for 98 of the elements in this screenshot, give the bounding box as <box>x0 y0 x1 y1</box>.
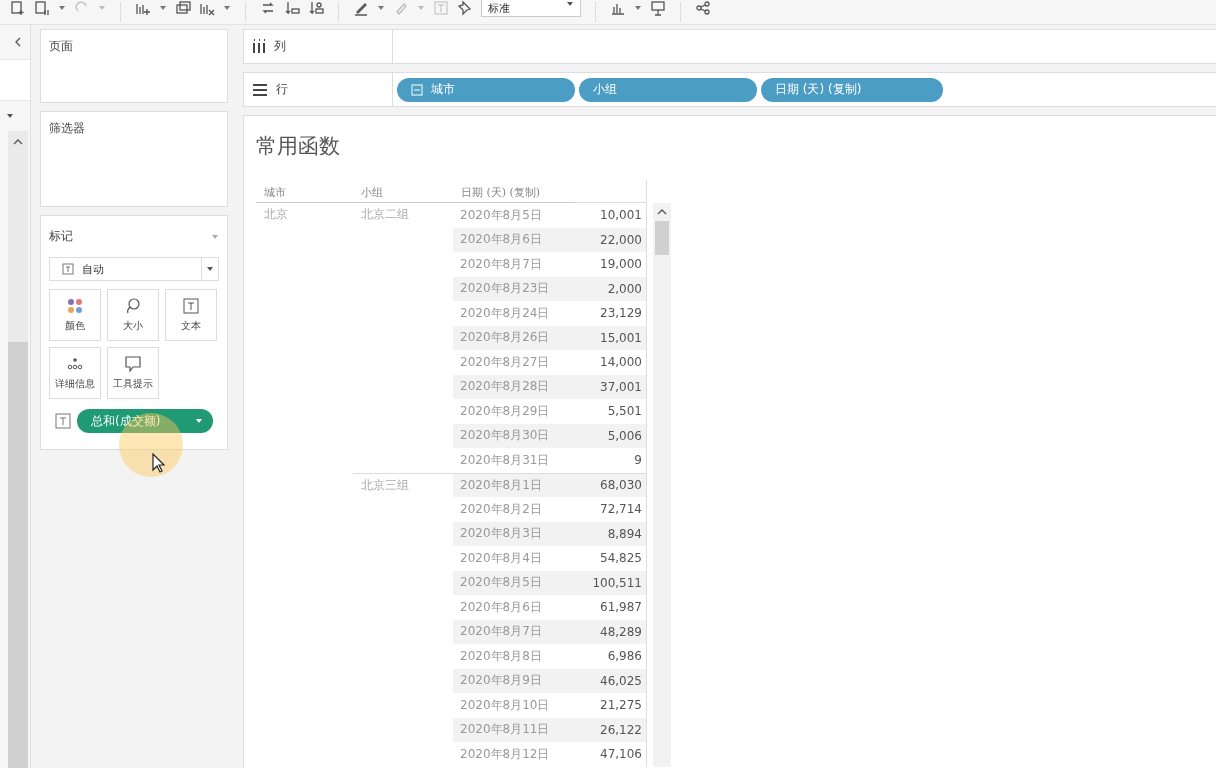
mark-property-button[interactable]: 文本 <box>165 289 217 341</box>
table-cell: 2020年8月26日 <box>453 325 574 350</box>
table-cell: 15,001 <box>574 325 647 350</box>
scroll-up-icon[interactable] <box>12 137 24 147</box>
cursor-icon <box>151 453 167 473</box>
table-cell-text: 2020年8月6日 <box>459 598 543 616</box>
scroll-thumb[interactable] <box>8 342 28 768</box>
mark-property-button[interactable]: 详细信息 <box>49 347 101 399</box>
sheet-plus-icon[interactable] <box>10 0 26 16</box>
sheet-title: 常用函数 <box>256 133 341 160</box>
table-cell: 2020年8月23日 <box>453 276 574 301</box>
table-cell: 22,000 <box>574 227 647 252</box>
table-cell: 14,000 <box>574 350 647 375</box>
table-cell: 6,986 <box>574 644 647 669</box>
shelf-label: 行 <box>276 81 288 98</box>
table-cell: 100,511 <box>574 570 647 595</box>
table-cell: 2020年8月11日 <box>453 717 574 742</box>
scrollbar[interactable] <box>653 203 671 767</box>
table-cell: 9 <box>574 448 647 473</box>
table-cell: 72,714 <box>574 497 647 522</box>
caret-icon[interactable] <box>223 4 231 12</box>
table-cell-text: 2020年8月2日 <box>459 500 543 518</box>
table-cell-text: 2020年8月8日 <box>459 647 543 665</box>
mark-property-button[interactable]: 大小 <box>107 289 159 341</box>
caret-icon[interactable] <box>634 4 642 12</box>
copy-sheet-icon[interactable] <box>175 0 191 16</box>
caret-icon <box>195 417 203 425</box>
speech-bubble-icon <box>124 355 142 373</box>
caret-icon <box>566 0 574 8</box>
table-cell: 21,275 <box>574 693 647 718</box>
caret-icon[interactable] <box>6 112 14 120</box>
table-cell: 10,001 <box>574 203 647 228</box>
table-cell: 61,987 <box>574 595 647 620</box>
color-dots-icon <box>66 297 84 315</box>
table-cell: 26,122 <box>574 717 647 742</box>
caret-icon <box>206 265 214 273</box>
presentation-icon[interactable] <box>650 0 666 16</box>
pin-icon[interactable] <box>457 0 473 16</box>
table-cell: 8,894 <box>574 521 647 546</box>
table-cell: 37,001 <box>574 374 647 399</box>
mark-property-button[interactable]: 颜色 <box>49 289 101 341</box>
table-cell-text: 2020年8月4日 <box>459 549 543 567</box>
table-cell: 2020年8月9日 <box>453 668 574 693</box>
table-cell: 2020年8月6日 <box>453 227 574 252</box>
shelf-label: 列 <box>274 38 286 55</box>
table-cell: 2020年8月28日 <box>453 374 574 399</box>
caret-icon[interactable] <box>58 4 66 12</box>
shelf-title: 筛选器 <box>49 121 85 135</box>
table-cell: 47,106 <box>574 742 647 767</box>
table-cell: 54,825 <box>574 546 647 571</box>
text-mark-icon <box>182 297 200 315</box>
table-cell-text: 2020年8月12日 <box>459 745 551 763</box>
table-cell: 2020年8月5日 <box>453 570 574 595</box>
shelf-title: 页面 <box>49 39 73 53</box>
table-cell: 48,289 <box>574 619 647 644</box>
share-icon[interactable] <box>695 0 711 16</box>
table-cell-text: 2020年8月7日 <box>459 255 543 273</box>
sort-descending-icon[interactable] <box>308 0 324 16</box>
sheet-pause-icon[interactable] <box>34 0 50 16</box>
mark-type-dropdown[interactable]: 自动 <box>49 257 219 281</box>
caret-icon[interactable] <box>159 4 167 12</box>
text-mark-icon <box>62 263 74 275</box>
table-cell: 19,000 <box>574 252 647 277</box>
table-cell: 46,025 <box>574 668 647 693</box>
caret-icon[interactable] <box>377 4 385 12</box>
lasso-icon <box>124 297 142 315</box>
table-cell: 5,501 <box>574 399 647 424</box>
table-cell: 68,030 <box>574 472 647 497</box>
table-cell: 2020年8月30日 <box>453 423 574 448</box>
mark-property-button[interactable]: 工具提示 <box>107 347 159 399</box>
table-cell-text: 2020年8月10日 <box>459 696 551 714</box>
table-cell-text: 2020年8月31日 <box>459 451 551 469</box>
table-cell-text: 2020年8月24日 <box>459 304 551 322</box>
column-header: 日期 (天) (复制) <box>453 180 574 203</box>
scroll-thumb[interactable] <box>655 221 669 255</box>
table-cell-text: 2020年8月27日 <box>459 353 551 371</box>
table-cell-text: 北京 <box>263 206 289 223</box>
sort-ascending-icon[interactable] <box>284 0 300 16</box>
measure-pill[interactable]: 总和(成交额) <box>77 409 213 433</box>
rows-icon <box>252 81 268 98</box>
fit-dropdown[interactable]: 标准 <box>481 0 581 17</box>
column-header: 小组 <box>353 180 453 203</box>
shelf-title: 标记 <box>49 228 73 245</box>
table-cell-text: 2020年8月29日 <box>459 402 551 420</box>
table-cell: 2,000 <box>574 276 647 301</box>
table-cell: 2020年8月3日 <box>453 521 574 546</box>
columns-icon <box>252 38 266 55</box>
table-cell: 2020年8月7日 <box>453 619 574 644</box>
scrollbar[interactable] <box>8 131 28 768</box>
scroll-up-icon[interactable] <box>656 207 668 217</box>
swap-icon[interactable] <box>260 0 276 16</box>
table-cell: 5,006 <box>574 423 647 448</box>
text-mark-icon <box>55 413 71 429</box>
table-cell: 2020年8月1日 <box>453 472 574 497</box>
table-cell-text: 2020年8月5日 <box>459 206 543 224</box>
table-cell: 23,129 <box>574 301 647 326</box>
column-header: 城市 <box>256 180 353 203</box>
table-cell-text: 北京二组 <box>360 206 410 223</box>
